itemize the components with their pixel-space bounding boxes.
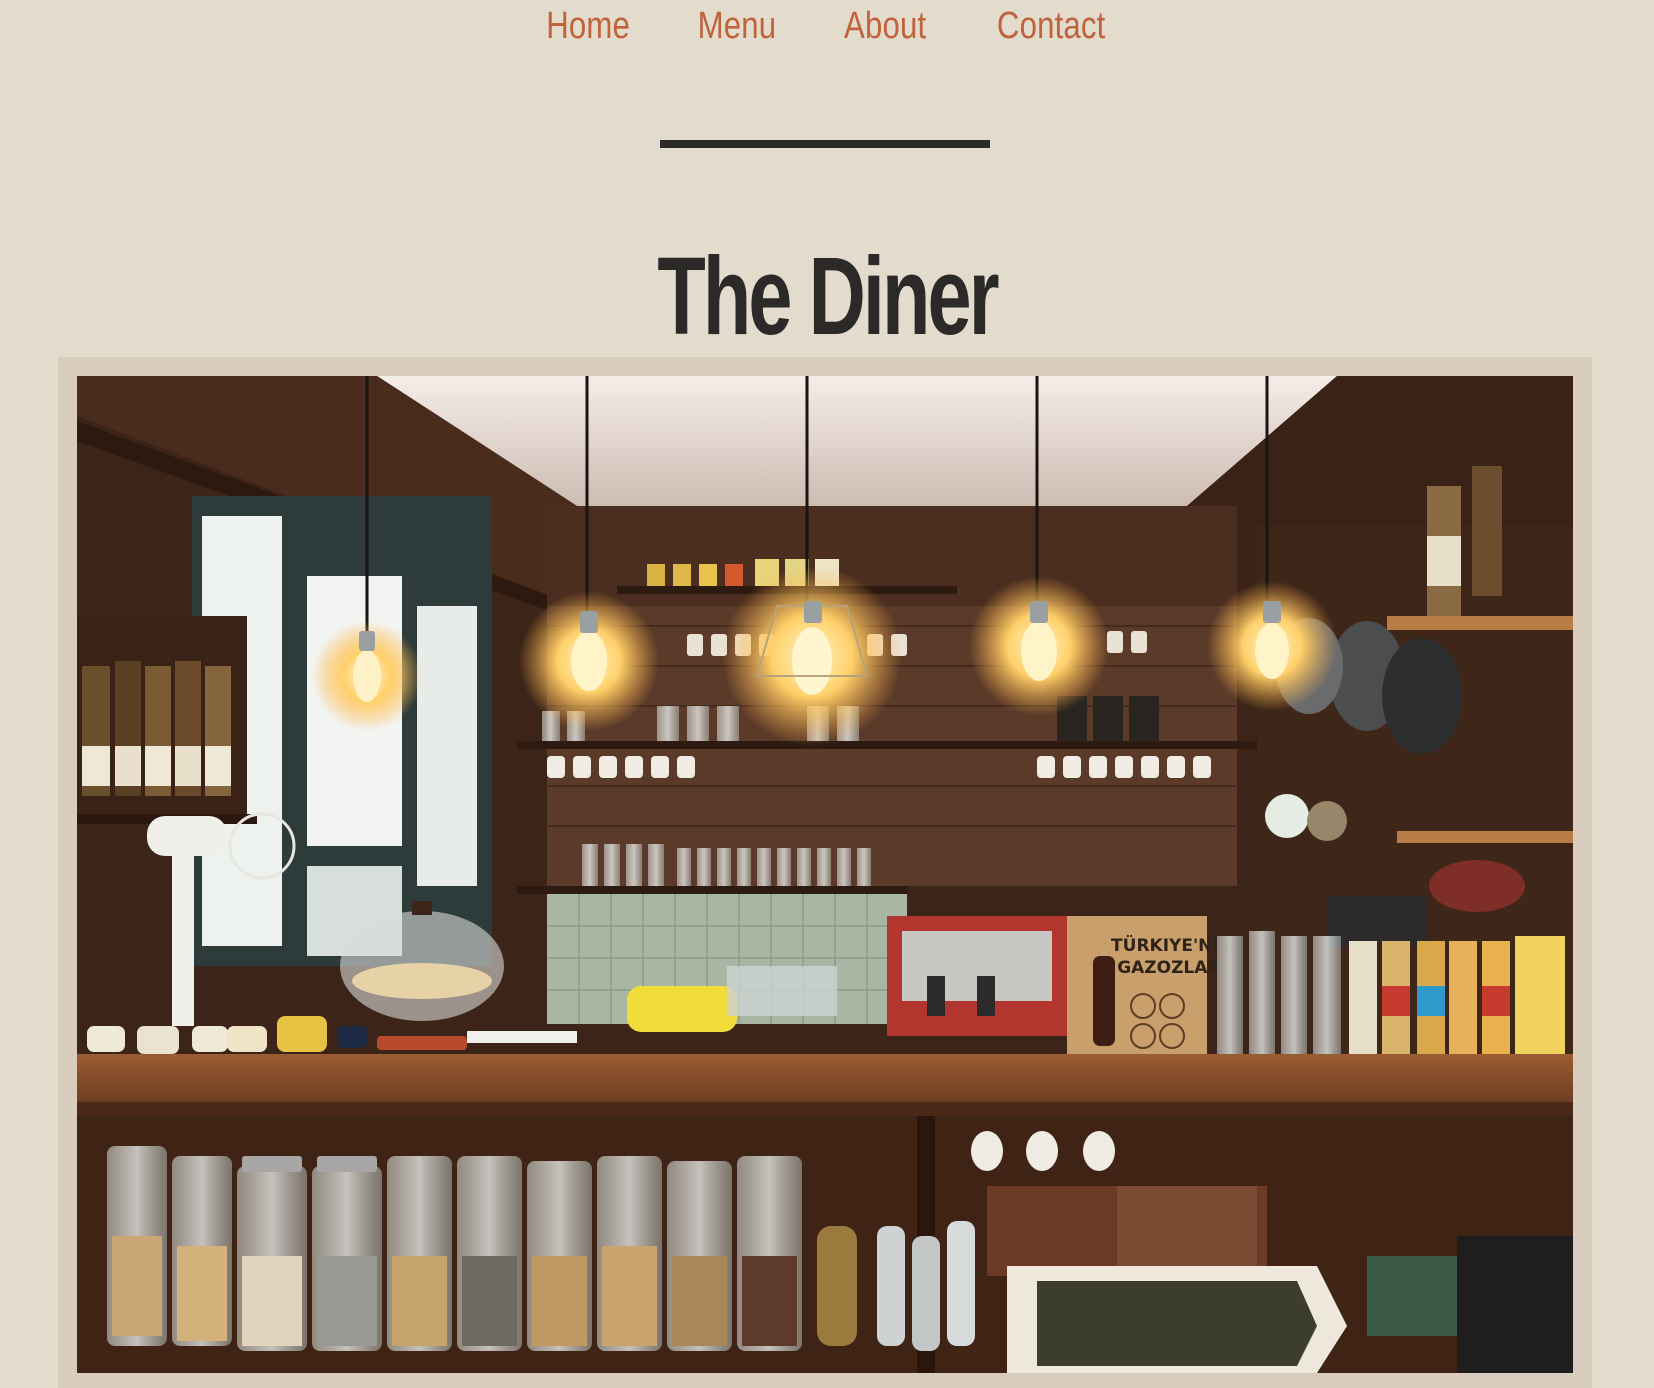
page-title: The Diner xyxy=(657,234,999,358)
nav-menu-link[interactable]: Menu xyxy=(697,0,776,52)
nav-home-link[interactable]: Home xyxy=(546,0,630,52)
nav-about-link[interactable]: About xyxy=(844,0,926,52)
top-navigation: Home Menu About Contact xyxy=(0,0,1654,60)
hero-image-frame: TÜRKIYE'NİN GAZOZLARI xyxy=(58,357,1592,1388)
nav-contact-link[interactable]: Contact xyxy=(997,0,1106,52)
box-label-line2: GAZOZLARI xyxy=(1117,958,1227,978)
title-divider xyxy=(660,140,990,148)
diner-photo: TÜRKIYE'NİN GAZOZLARI xyxy=(77,376,1573,1373)
box-label-line1: TÜRKIYE'NİN xyxy=(1111,934,1233,956)
diner-photo-illustration: TÜRKIYE'NİN GAZOZLARI xyxy=(77,376,1573,1373)
